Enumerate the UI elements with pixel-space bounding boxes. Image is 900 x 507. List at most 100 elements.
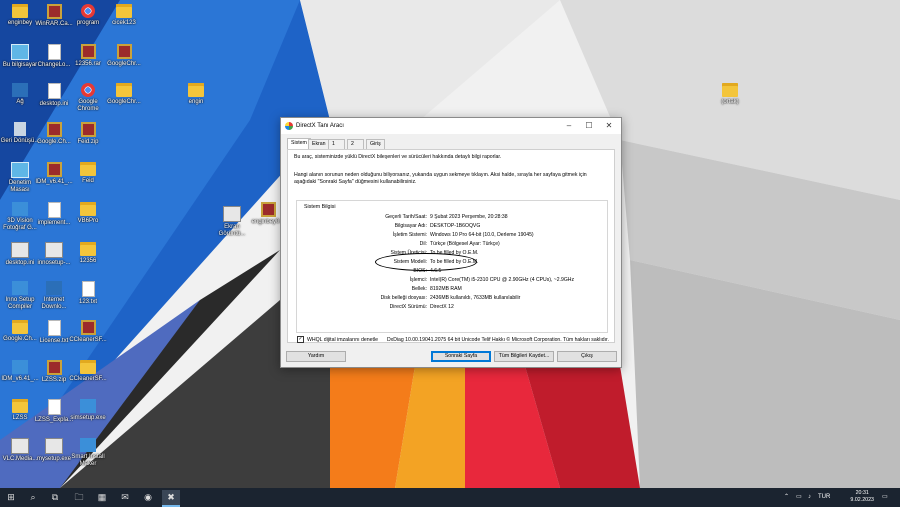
system-tab-panel: Bu araç, sisteminizde yüklü DirectX bile… <box>287 149 615 343</box>
desktop-icon[interactable]: Ekran Görüntü... <box>212 206 252 238</box>
desktop-icon-label: 12356 <box>79 258 97 264</box>
rar-icon <box>46 360 62 375</box>
info-key: Geçerli Tarih/Saat: <box>385 214 427 220</box>
minimize-button[interactable]: – <box>559 118 579 134</box>
tab-ekran[interactable]: Ekran <box>308 139 330 149</box>
info-value: 9 Şubat 2023 Perşembe, 20:28:38 <box>430 214 508 220</box>
rar-icon <box>116 44 132 59</box>
start-button[interactable]: ⊞ <box>2 490 20 505</box>
chrome-icon[interactable]: ◉ <box>139 490 157 505</box>
tab-ses-1[interactable]: 1 Ses <box>328 139 345 156</box>
desktop-icon[interactable]: (ortak) <box>710 83 750 106</box>
folder-icon <box>12 4 28 18</box>
desktop-icon[interactable]: GoogleChr... <box>104 44 144 68</box>
desktop-icon[interactable]: engin <box>176 83 216 106</box>
info-key: Bilgisayar Adı: <box>394 223 427 229</box>
tab-giris[interactable]: Giriş <box>366 139 385 149</box>
doc-icon <box>81 281 95 297</box>
desktop-icon-label: Feid.zip <box>77 139 99 145</box>
next-page-button[interactable]: Sonraki Sayfa <box>431 351 491 362</box>
desktop-icon-label: CCleanerSF... <box>69 337 107 343</box>
volume-icon[interactable]: ♪ <box>808 488 811 507</box>
save-all-info-button[interactable]: Tüm Bilgileri Kaydet... <box>494 351 554 362</box>
desktop-icon[interactable]: 12356 <box>68 242 108 265</box>
folder-icon <box>116 83 132 97</box>
desktop-icon-label: CCleanerSF... <box>69 376 107 382</box>
desktop-icon[interactable]: CCleanerSF... <box>68 360 108 383</box>
clock-time: 20:31 <box>855 490 869 496</box>
dxdiag-taskbar-icon[interactable]: ✖ <box>162 490 180 507</box>
whql-checkbox[interactable]: ✓ <box>297 336 304 343</box>
exe-icon <box>11 242 29 258</box>
info-row-language: Dil: Türkçe (Bölgesel Ayar: Türkçe) <box>297 240 607 248</box>
info-key: Bellek: <box>411 286 427 292</box>
desktop-icon-label: VB6Pro <box>77 218 99 224</box>
info-key: İşletim Sistemi: <box>392 232 427 238</box>
folder-icon <box>722 83 738 97</box>
pc-icon <box>11 44 29 60</box>
desktop-icon[interactable]: 12356.rar <box>68 44 108 68</box>
desktop-icon-label: cicek123 <box>112 20 136 26</box>
desktop-icon-label: simsetup.exe <box>70 415 106 421</box>
net-icon <box>12 83 28 97</box>
desktop-icon[interactable]: cicek123 <box>104 4 144 27</box>
info-key: İşlemci: <box>409 277 427 283</box>
desktop-icon[interactable]: simsetup.exe <box>68 399 108 422</box>
rar-icon <box>80 44 96 59</box>
chrome-icon <box>81 83 95 97</box>
search-icon[interactable]: ⌕ <box>24 490 42 505</box>
file-explorer-icon[interactable]: 🗀 <box>70 490 88 505</box>
desktop-icon[interactable]: Feid <box>68 162 108 185</box>
info-value: Türkçe (Bölgesel Ayar: Türkçe) <box>430 241 500 247</box>
tray-chevron-icon[interactable]: ⌃ <box>784 488 789 507</box>
setup-icon <box>12 202 28 216</box>
desktop-icon[interactable]: GoogleChr... <box>104 83 144 106</box>
folder-icon <box>80 202 96 216</box>
desktop-icon[interactable]: CCleanerSF... <box>68 320 108 344</box>
calculator-icon[interactable]: ▦ <box>93 490 111 505</box>
info-value: 8192MB RAM <box>430 286 462 292</box>
doc-icon <box>47 44 61 60</box>
doc-icon <box>47 83 61 99</box>
intro-text: Bu araç, sisteminizde yüklü DirectX bile… <box>294 154 502 160</box>
group-title: Sistem Bilgisi <box>303 204 337 210</box>
task-view-icon[interactable]: ⧉ <box>46 490 64 505</box>
doc-icon <box>47 320 61 336</box>
setup-icon <box>80 438 96 452</box>
tab-ses-2[interactable]: 2 Ses <box>347 139 364 156</box>
info-value: DESKTOP-1B6OQVG <box>430 223 481 229</box>
desktop-icon-label: Smart Install Maker <box>71 454 105 467</box>
close-button[interactable]: ✕ <box>599 118 619 134</box>
maximize-button[interactable]: ☐ <box>579 118 599 134</box>
setup-icon <box>80 399 96 413</box>
mail-icon[interactable]: ✉ <box>116 490 134 505</box>
whql-checkbox-row[interactable]: ✓ WHQL dijital imzalarını denetle <box>297 336 378 343</box>
network-icon[interactable]: ▭ <box>796 488 802 507</box>
clock[interactable]: 20:31 9.02.2023 <box>850 490 874 504</box>
notification-icon[interactable]: ▭ <box>882 488 888 507</box>
window-titlebar[interactable]: DirectX Tanı Aracı – ☐ ✕ <box>281 118 621 134</box>
desktop-icon[interactable]: program <box>68 4 108 27</box>
info-key: Dil: <box>419 241 427 247</box>
desktop-icon[interactable]: Google Chrome <box>68 83 108 113</box>
help-button[interactable]: Yardım <box>286 351 346 362</box>
desktop-icon[interactable]: Feid.zip <box>68 122 108 146</box>
info-key: DirectX Sürümü: <box>389 304 427 310</box>
folder-icon <box>80 242 96 256</box>
doc-icon <box>47 202 61 218</box>
language-indicator[interactable]: TUR <box>818 488 830 507</box>
info-row-os: İşletim Sistemi: Windows 10 Pro 64-bit (1… <box>297 231 607 239</box>
desktop-icon[interactable]: VB6Pro <box>68 202 108 225</box>
annotation-circle <box>375 253 477 271</box>
info-row-pagefile: Disk belleği dosyası: 2436MB kullanıldı, … <box>297 294 607 302</box>
taskbar: ⊞ ⌕ ⧉ 🗀 ▦ ✉ ◉ ✖ ⌃ ▭ ♪ TUR 20:31 9.02.202… <box>0 488 900 507</box>
folder-icon <box>188 83 204 97</box>
desktop-icon[interactable]: Smart Install Maker <box>68 438 108 468</box>
net-icon <box>46 281 62 295</box>
exe-icon <box>45 242 63 258</box>
exit-button[interactable]: Çıkış <box>557 351 617 362</box>
desktop-icon-label: GoogleChr... <box>107 61 141 67</box>
desktop-icon-label: Google Chrome <box>77 99 99 112</box>
desktop-icon[interactable]: 123.txt <box>68 281 108 306</box>
desktop-icon-label: (ortak) <box>721 99 739 105</box>
